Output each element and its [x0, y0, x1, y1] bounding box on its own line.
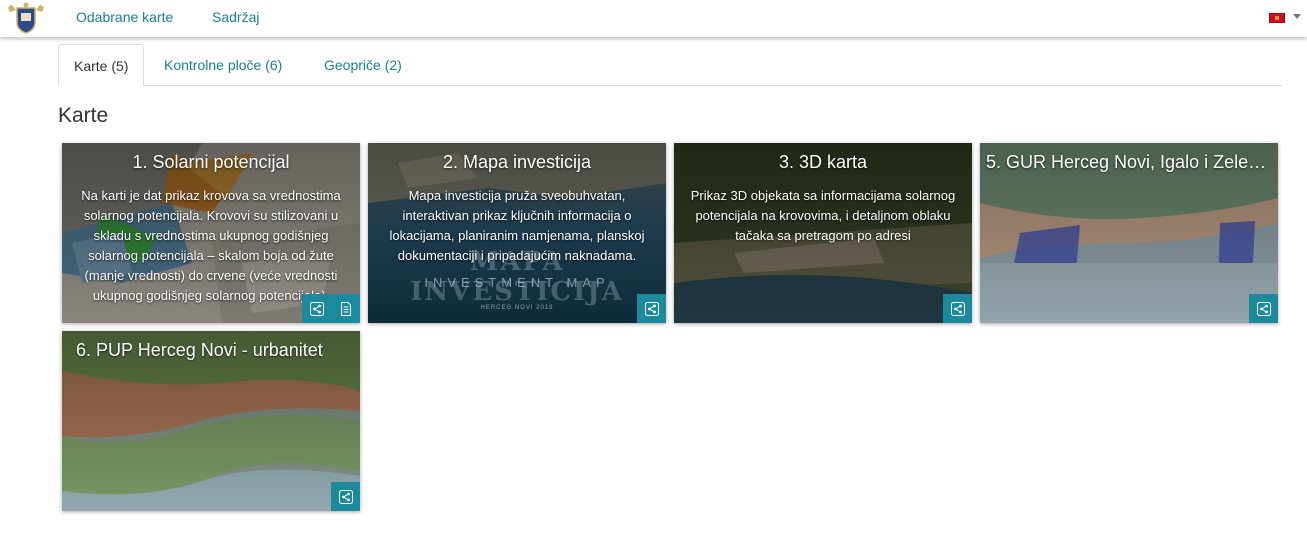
tab-kontrolne-ploce[interactable]: Kontrolne ploče (6) [149, 44, 297, 86]
card-title: 3. 3D karta [778, 152, 868, 172]
tab-geoprice[interactable]: Geopriče (2) [309, 44, 417, 86]
image-footer-herceg-novi: HERCEG NOVI 2019 [480, 305, 554, 311]
map-card-gur-herceg-novi[interactable]: 5. GUR Herceg Novi, Igalo i Zelenika [980, 143, 1278, 323]
card-title: 2. Mapa investicija [442, 152, 592, 172]
card-description: Prikaz 3D objekata sa informacijama sola… [690, 188, 956, 243]
tab-karte[interactable]: Karte (5) [58, 44, 145, 87]
share-button[interactable] [637, 294, 666, 323]
card-title: 1. Solarni potencijal [132, 152, 290, 172]
share-icon [309, 301, 324, 316]
share-icon [950, 301, 965, 316]
section-title: Karte [58, 104, 109, 127]
share-button[interactable] [943, 294, 972, 323]
coat-of-arms-icon[interactable] [6, 2, 46, 34]
share-icon [1256, 301, 1271, 316]
document-icon [340, 301, 351, 316]
details-button[interactable] [331, 294, 360, 323]
share-button[interactable] [302, 294, 331, 323]
map-card-pup-herceg-novi[interactable]: 6. PUP Herceg Novi - urbanitet [62, 331, 360, 511]
map-card-solarni-potencijal[interactable]: 1. Solarni potencijal Na karti je dat pr… [62, 143, 360, 323]
image-subtext-investment-map: INVESTMENT MAP [424, 275, 610, 290]
nav-link-odabrane-karte[interactable]: Odabrane karte [76, 9, 173, 25]
chevron-down-icon[interactable] [1293, 14, 1301, 19]
share-icon [644, 301, 659, 316]
nav-link-sadrzaj[interactable]: Sadržaj [212, 9, 259, 25]
card-description: Mapa investicija pruža sveobuhvatan, int… [389, 188, 645, 263]
card-title: 5. GUR Herceg Novi, Igalo i Zelenika [986, 152, 1278, 172]
share-icon [338, 489, 353, 504]
top-navigation-bar: Odabrane karte Sadržaj [0, 0, 1307, 37]
share-button[interactable] [331, 482, 360, 511]
card-description: Na karti je dat prikaz krovova sa vredno… [81, 188, 341, 303]
map-card-mapa-investicija[interactable]: MAPA INVESTICIJA INVESTMENT MAP HERCEG N… [368, 143, 666, 323]
map-card-3d-karta[interactable]: 3. 3D karta Prikaz 3D objekata sa inform… [674, 143, 972, 323]
tab-bar: Karte (5) Kontrolne ploče (6) Geopriče (… [58, 44, 1282, 87]
share-button[interactable] [1249, 294, 1278, 323]
card-title: 6. PUP Herceg Novi - urbanitet [76, 340, 323, 360]
montenegro-flag-icon[interactable] [1269, 13, 1285, 23]
